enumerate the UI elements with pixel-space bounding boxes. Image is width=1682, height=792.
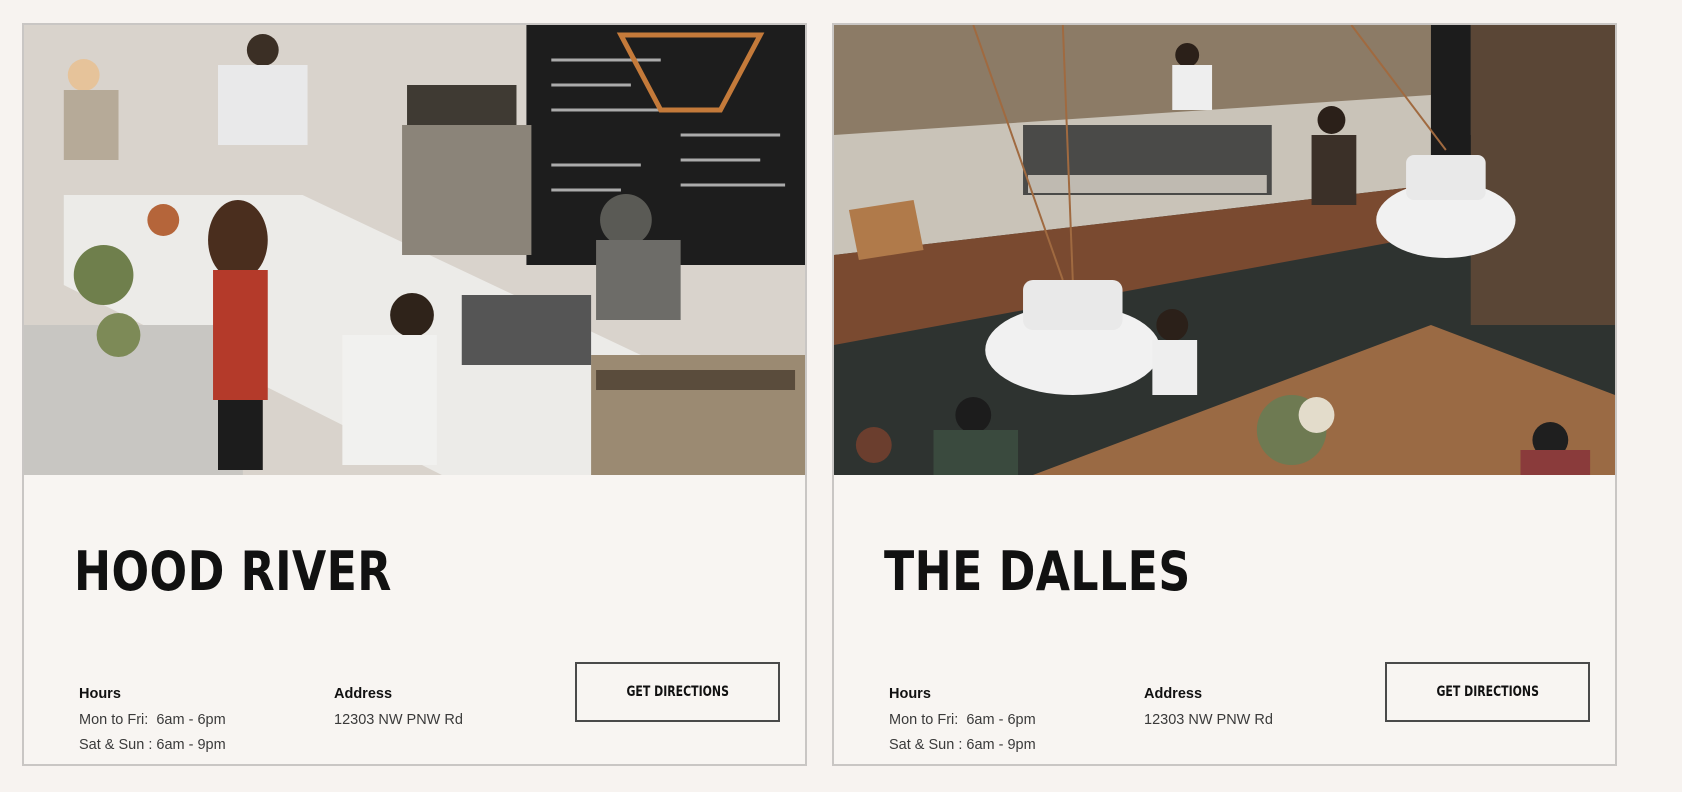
address-label: Address [1144, 686, 1203, 702]
location-card-the-dalles: THE DALLES Hours Mon to Fri: 6am - 6pm S… [832, 23, 1617, 766]
location-title: THE DALLES [884, 540, 1191, 603]
address-section: Address 12303 NW PNW Rd [1144, 686, 1273, 737]
address-value: 12303 NW PNW Rd [1144, 712, 1273, 728]
get-directions-label: GET DIRECTIONS [1436, 684, 1539, 700]
location-title: HOOD RIVER [74, 540, 392, 603]
hours-weekday: Mon to Fri: 6am - 6pm [79, 712, 226, 728]
address-label: Address [334, 686, 393, 702]
address-section: Address 12303 NW PNW Rd [334, 686, 463, 737]
get-directions-button[interactable]: GET DIRECTIONS [575, 662, 780, 722]
location-card-hood-river: HOOD RIVER Hours Mon to Fri: 6am - 6pm S… [22, 23, 807, 766]
hours-section: Hours Mon to Fri: 6am - 6pm Sat & Sun : … [79, 686, 226, 762]
cafe-interior-photo [834, 25, 1615, 475]
hours-weekend: Sat & Sun : 6am - 9pm [79, 737, 226, 753]
hours-label: Hours [79, 686, 121, 702]
get-directions-button[interactable]: GET DIRECTIONS [1385, 662, 1590, 722]
hours-section: Hours Mon to Fri: 6am - 6pm Sat & Sun : … [889, 686, 1036, 762]
hours-label: Hours [889, 686, 931, 702]
address-value: 12303 NW PNW Rd [334, 712, 463, 728]
cafe-interior-photo [24, 25, 805, 475]
hours-weekday: Mon to Fri: 6am - 6pm [889, 712, 1036, 728]
get-directions-label: GET DIRECTIONS [626, 684, 729, 700]
hours-weekend: Sat & Sun : 6am - 9pm [889, 737, 1036, 753]
